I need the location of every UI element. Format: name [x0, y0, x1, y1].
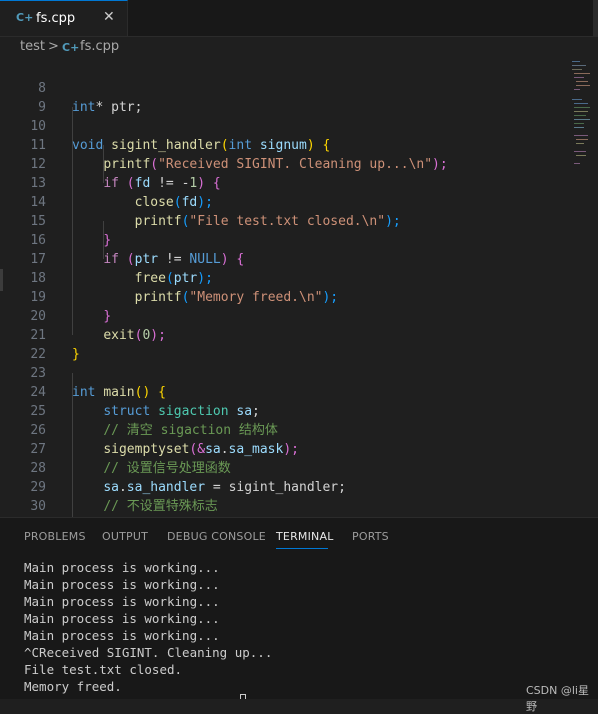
tab-fs-cpp[interactable]: C+ fs.cpp ✕	[0, 0, 128, 36]
minimap[interactable]	[570, 59, 594, 179]
terminal-line: File test.txt closed.	[24, 662, 183, 677]
minimap-line	[574, 77, 584, 78]
code-line: 26 sigemptyset(&sa.sa_mask);	[0, 402, 570, 457]
code-line: 30 sa.sa_flags = 0;	[0, 478, 570, 514]
terminal-cursor	[240, 694, 246, 699]
minimap-line	[574, 127, 584, 128]
code-line: 8 int* ptr;	[0, 60, 570, 115]
terminal-line: Main process is working...	[24, 611, 220, 626]
code-line: 12 if (fd != -1) {	[0, 136, 570, 191]
code-line: 9	[0, 79, 570, 115]
minimap-line	[574, 107, 590, 108]
code-line: 25 // 清空 sigaction 结构体	[0, 383, 570, 438]
code-line: 24 struct sigaction sa;	[0, 364, 570, 419]
close-icon[interactable]: ✕	[103, 9, 115, 25]
minimap-line	[574, 115, 586, 116]
code-line: 21 }	[0, 307, 570, 362]
minimap-line	[572, 65, 586, 66]
tab-problems[interactable]: PROBLEMS	[24, 530, 86, 543]
minimap-line	[574, 135, 588, 136]
minimap-line	[574, 163, 580, 164]
terminal-line: Main process is working...	[24, 577, 220, 592]
code-line: 27 // 设置信号处理函数	[0, 421, 570, 476]
minimap-line	[574, 89, 580, 90]
tab-bar-edge	[593, 0, 598, 36]
tab-debug-console[interactable]: DEBUG CONSOLE	[167, 530, 266, 543]
minimap-line	[572, 99, 582, 100]
code-line: 29 // 不设置特殊标志	[0, 459, 570, 514]
cpp-file-icon: C+	[16, 11, 34, 24]
code-editor[interactable]: 8 int* ptr; 9 10 void sigint_handler(int…	[0, 59, 598, 517]
tab-terminal[interactable]: TERMINAL	[276, 530, 334, 543]
active-tab-indicator	[276, 548, 328, 549]
minimap-line	[574, 103, 588, 104]
bottom-panel: PROBLEMS OUTPUT DEBUG CONSOLE TERMINAL P…	[0, 517, 598, 713]
terminal-line: Memory freed.	[24, 679, 122, 694]
code-line: 13 close(fd);	[0, 155, 570, 210]
editor-tab-bar: C+ fs.cpp ✕	[0, 0, 598, 37]
terminal-line: Main process is working...	[24, 594, 220, 609]
minimap-line	[576, 81, 588, 82]
code-line: 19 }	[0, 269, 570, 324]
minimap-line	[576, 85, 590, 86]
code-line: 17 free(ptr);	[0, 231, 570, 286]
minimap-line	[574, 151, 586, 152]
watermark: CSDN @li星野	[526, 684, 589, 713]
code-line: 15 }	[0, 193, 570, 248]
minimap-line	[576, 139, 588, 140]
minimap-line	[574, 111, 588, 112]
cpp-file-icon: C+	[62, 41, 80, 54]
minimap-line	[574, 119, 590, 120]
tab-ports[interactable]: PORTS	[352, 530, 389, 543]
code-line: 18 printf("Memory freed.\n");	[0, 250, 570, 305]
minimap-line	[574, 73, 590, 74]
tab-output[interactable]: OUTPUT	[102, 530, 148, 543]
minimap-line	[576, 143, 584, 144]
terminal-line: ^CReceived SIGINT. Cleaning up...	[24, 645, 273, 660]
code-line: 23 int main() {	[0, 345, 570, 400]
minimap-line	[576, 155, 586, 156]
code-line: 22	[0, 326, 570, 362]
minimap-line	[572, 69, 582, 70]
terminal-line: Main process is working...	[24, 560, 220, 575]
breadcrumb-folder[interactable]: test	[20, 39, 45, 54]
code-line: 11 printf("Received SIGINT. Cleaning up.…	[0, 117, 570, 172]
minimap-line	[574, 123, 584, 124]
breadcrumb-file[interactable]: fs.cpp	[80, 39, 119, 54]
minimap-line	[572, 61, 580, 62]
code-line: 16 if (ptr != NULL) {	[0, 212, 570, 267]
code-line: 20 exit(0);	[0, 288, 570, 343]
code-line: 10 void sigint_handler(int signum) {	[0, 98, 570, 153]
code-line: 28 sa.sa_handler = sigint_handler;	[0, 440, 570, 495]
code-line: 31	[0, 497, 570, 516]
code-line: 14 printf("File test.txt closed.\n");	[0, 174, 570, 229]
tab-label: fs.cpp	[36, 11, 76, 26]
breadcrumb: test > C+ fs.cpp	[0, 37, 598, 59]
terminal-line: Main process is working...	[24, 628, 220, 643]
chevron-right-icon: >	[48, 39, 59, 54]
